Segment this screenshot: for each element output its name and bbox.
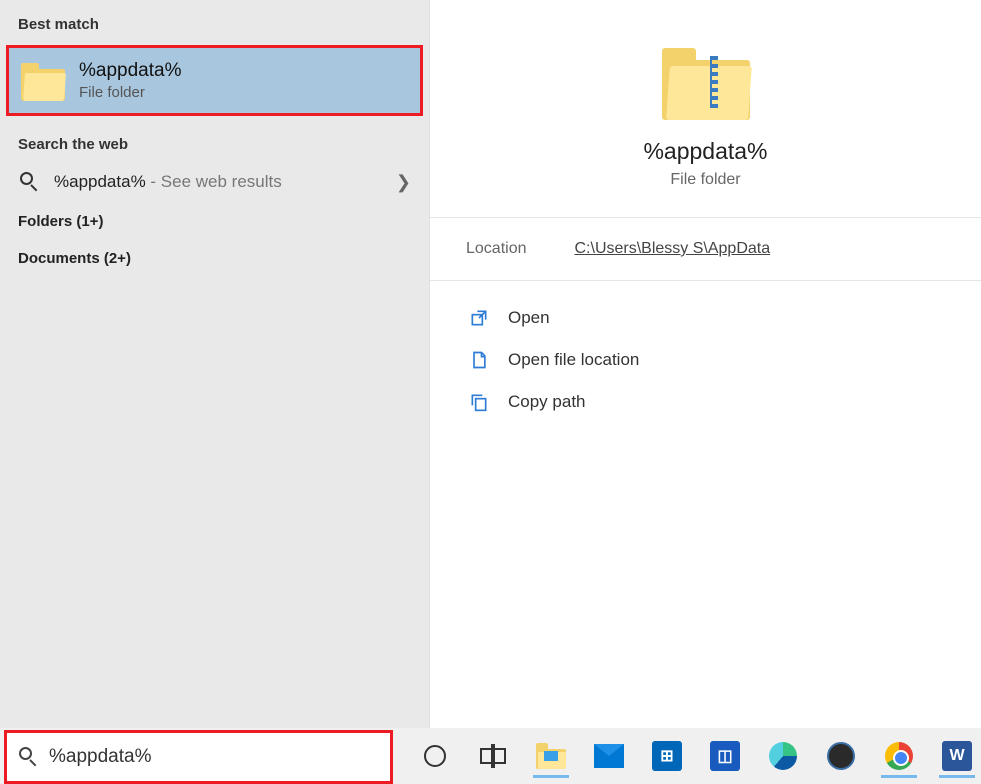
folder-icon xyxy=(662,42,750,120)
open-label: Open xyxy=(508,308,550,328)
search-icon xyxy=(17,746,39,768)
copy-icon xyxy=(468,391,490,413)
mail-taskbar[interactable] xyxy=(585,734,633,778)
dell-icon xyxy=(827,742,855,770)
location-link[interactable]: C:\Users\Blessy S\AppData xyxy=(575,240,771,258)
search-web-row[interactable]: %appdata% - See web results ❯ xyxy=(0,161,429,203)
word-taskbar[interactable] xyxy=(933,734,981,778)
task-view-icon xyxy=(480,746,506,766)
documents-category[interactable]: Documents (2+) xyxy=(0,240,429,277)
taskbar: ⊞ ◫ xyxy=(393,728,981,784)
task-view-button[interactable] xyxy=(469,734,517,778)
actions-list: Open Open file location xyxy=(430,281,981,439)
app-taskbar-2[interactable]: ◫ xyxy=(701,734,749,778)
open-action[interactable]: Open xyxy=(460,301,951,335)
preview-header: %appdata% File folder xyxy=(430,0,981,218)
app-icon: ◫ xyxy=(710,741,740,771)
copy-path-label: Copy path xyxy=(508,392,586,412)
best-match-subtitle: File folder xyxy=(79,84,181,101)
best-match-heading: Best match xyxy=(0,6,429,41)
mail-icon xyxy=(594,744,624,768)
open-location-action[interactable]: Open file location xyxy=(460,343,951,377)
open-location-label: Open file location xyxy=(508,350,639,370)
cortana-icon xyxy=(424,745,446,767)
best-match-result[interactable]: %appdata% File folder xyxy=(6,45,423,116)
taskbar-search-box[interactable] xyxy=(4,730,393,784)
start-search-window: Best match %appdata% File folder Search … xyxy=(0,0,981,784)
file-explorer-icon xyxy=(536,743,566,769)
web-suffix: - See web results xyxy=(146,172,282,191)
web-query: %appdata% xyxy=(54,172,146,191)
folder-icon xyxy=(21,61,65,101)
search-input[interactable] xyxy=(49,746,380,768)
dell-taskbar[interactable] xyxy=(817,734,865,778)
search-icon xyxy=(18,171,40,193)
open-icon xyxy=(468,307,490,329)
preview-subtitle: File folder xyxy=(670,171,740,189)
app-icon: ⊞ xyxy=(652,741,682,771)
preview-panel: %appdata% File folder Location C:\Users\… xyxy=(430,0,981,728)
results-panel: Best match %appdata% File folder Search … xyxy=(0,0,430,728)
location-row: Location C:\Users\Blessy S\AppData xyxy=(430,218,981,281)
cortana-button[interactable] xyxy=(411,734,459,778)
edge-taskbar[interactable] xyxy=(759,734,807,778)
search-web-text: %appdata% - See web results xyxy=(54,172,282,192)
chrome-icon xyxy=(885,742,913,770)
open-location-icon xyxy=(468,349,490,371)
chevron-right-icon: ❯ xyxy=(396,172,411,193)
app-taskbar-1[interactable]: ⊞ xyxy=(643,734,691,778)
best-match-text: %appdata% File folder xyxy=(79,60,181,101)
taskbar-area: ⊞ ◫ xyxy=(0,728,981,784)
file-explorer-taskbar[interactable] xyxy=(527,734,575,778)
edge-icon xyxy=(769,742,797,770)
preview-title: %appdata% xyxy=(643,138,767,165)
best-match-title: %appdata% xyxy=(79,60,181,82)
main-area: Best match %appdata% File folder Search … xyxy=(0,0,981,728)
chrome-taskbar[interactable] xyxy=(875,734,923,778)
search-web-heading: Search the web xyxy=(0,126,429,161)
location-label: Location xyxy=(466,240,527,258)
word-icon xyxy=(942,741,972,771)
copy-path-action[interactable]: Copy path xyxy=(460,385,951,419)
folders-category[interactable]: Folders (1+) xyxy=(0,203,429,240)
